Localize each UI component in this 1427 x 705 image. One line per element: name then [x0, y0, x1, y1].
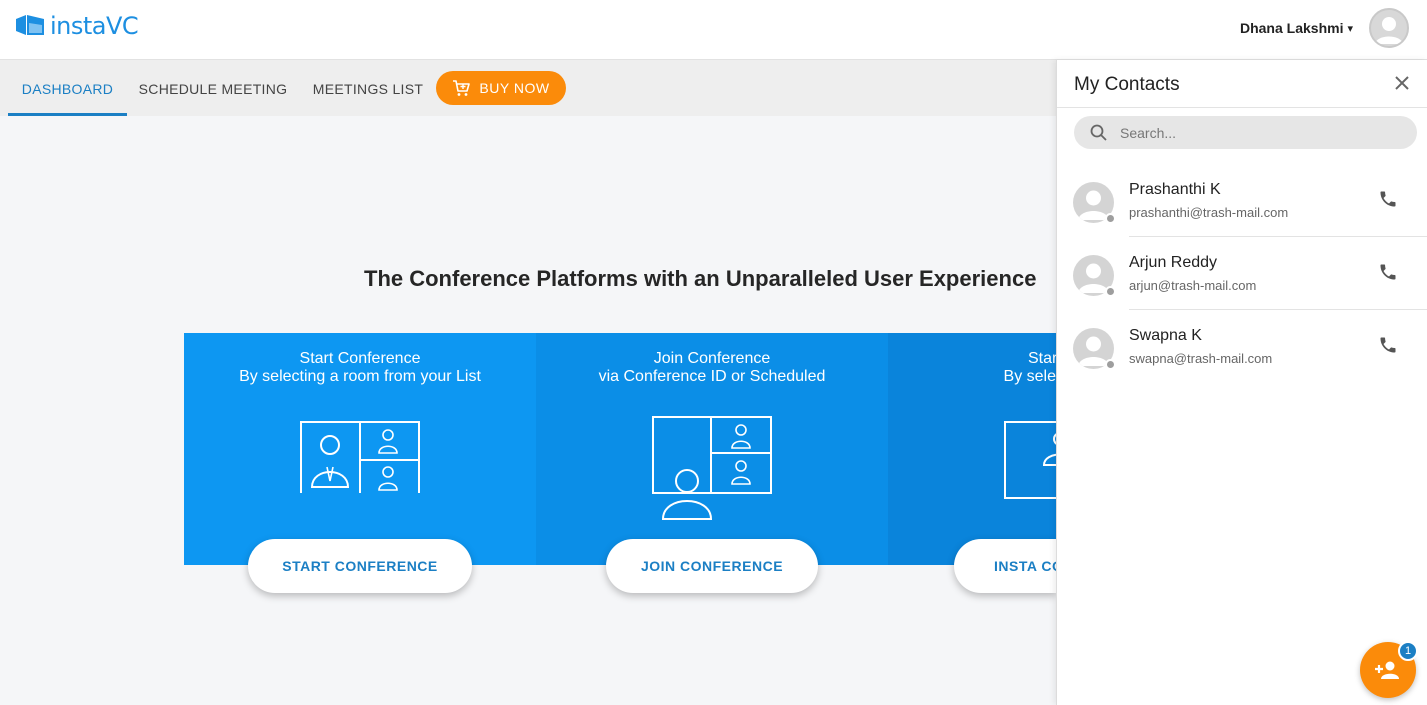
join-conference-card: Join Conference via Conference ID or Sch… [536, 333, 888, 565]
tab-schedule-meeting[interactable]: SCHEDULE MEETING [135, 60, 291, 116]
card-subtitle: By selecting a co [1003, 368, 1056, 385]
close-icon[interactable] [1391, 72, 1413, 94]
contact-item[interactable]: Prashanthi K prashanthi@trash-mail.com [1057, 168, 1427, 241]
tab-dashboard[interactable]: DASHBOARD [8, 60, 127, 116]
logo-icon [16, 15, 44, 35]
card-title: Start Conference [299, 350, 421, 367]
phone-icon[interactable] [1378, 262, 1398, 282]
insta-conference-button[interactable]: INSTA CO [954, 539, 1056, 593]
start-conference-button[interactable]: START CONFERENCE [248, 539, 472, 593]
contact-email: arjun@trash-mail.com [1129, 278, 1257, 293]
card-title: Join Conference [653, 350, 771, 367]
contacts-search[interactable] [1074, 116, 1417, 149]
contact-name: Prashanthi K [1129, 181, 1221, 198]
contact-item[interactable]: Arjun Reddy arjun@trash-mail.com [1057, 241, 1427, 314]
contacts-panel-title: My Contacts [1074, 74, 1180, 95]
card-title: Start Conf [1027, 350, 1056, 367]
status-indicator [1105, 213, 1116, 224]
conference-room-icon [300, 421, 420, 493]
top-header: instaVC Dhana Lakshmi ▾ [0, 0, 1427, 60]
cart-icon [453, 80, 471, 96]
logo-text: instaVC [50, 12, 139, 40]
contacts-panel: My Contacts Prashanthi K prashanthi@tras… [1056, 60, 1427, 705]
user-avatar-icon[interactable] [1369, 8, 1409, 48]
phone-icon[interactable] [1378, 189, 1398, 209]
buy-now-label: BUY NOW [479, 80, 550, 96]
status-indicator [1105, 359, 1116, 370]
page-title: The Conference Platforms with an Unparal… [364, 266, 1037, 291]
insta-conference-icon [1004, 421, 1056, 499]
tab-meetings-list[interactable]: MEETINGS LIST [308, 60, 428, 116]
notification-badge: 1 [1398, 641, 1418, 661]
contact-email: swapna@trash-mail.com [1129, 351, 1273, 366]
user-menu[interactable]: Dhana Lakshmi ▾ [1240, 8, 1409, 48]
contact-name: Swapna K [1129, 327, 1202, 344]
start-conference-card: Start Conference By selecting a room fro… [184, 333, 536, 565]
chevron-down-icon[interactable]: ▾ [1347, 22, 1353, 35]
card-subtitle: via Conference ID or Scheduled [598, 368, 826, 385]
join-conference-button[interactable]: JOIN CONFERENCE [606, 539, 818, 593]
contacts-panel-header: My Contacts [1057, 60, 1427, 108]
card-subtitle: By selecting a room from your List [239, 368, 481, 385]
phone-icon[interactable] [1378, 335, 1398, 355]
instavc-logo[interactable]: instaVC [16, 12, 139, 40]
contact-item[interactable]: Swapna K swapna@trash-mail.com [1057, 314, 1427, 387]
contact-name: Arjun Reddy [1129, 254, 1218, 271]
buy-now-button[interactable]: BUY NOW [436, 71, 566, 105]
contact-email: prashanthi@trash-mail.com [1129, 205, 1289, 220]
divider [1129, 236, 1427, 237]
search-icon [1090, 124, 1107, 141]
search-input[interactable] [1120, 124, 1390, 141]
divider [1129, 309, 1427, 310]
join-conference-icon [652, 416, 772, 520]
user-name[interactable]: Dhana Lakshmi [1240, 20, 1343, 36]
add-user-icon [1375, 661, 1399, 679]
insta-conference-card: Start Conf By selecting a co [888, 333, 1056, 565]
status-indicator [1105, 286, 1116, 297]
